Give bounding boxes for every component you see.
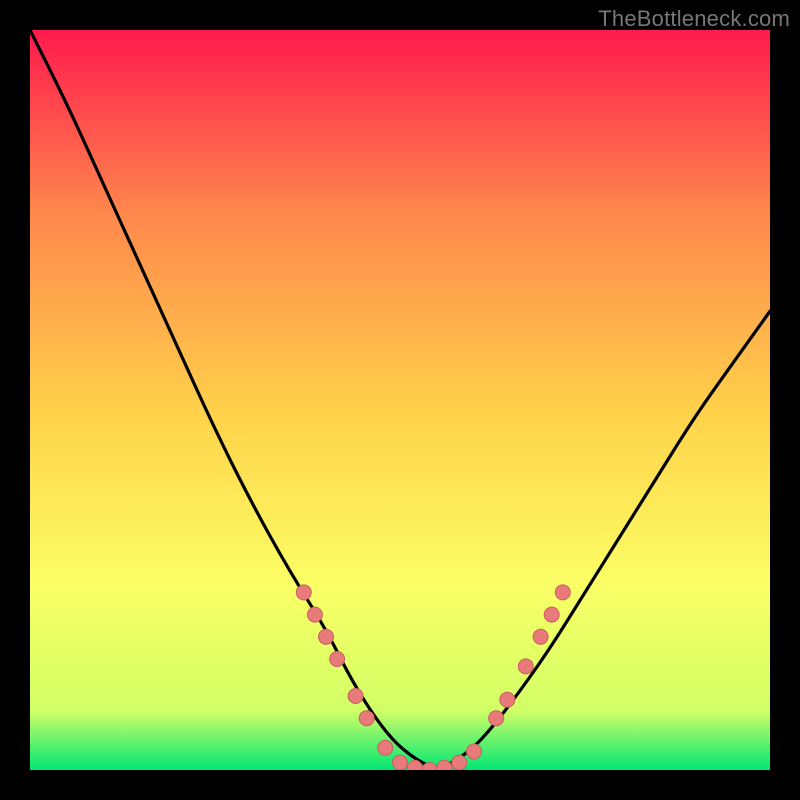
data-marker (518, 659, 533, 674)
bottleneck-chart (30, 30, 770, 770)
data-marker (393, 755, 408, 770)
watermark-text: TheBottleneck.com (598, 6, 790, 32)
data-marker (330, 652, 345, 667)
data-marker (307, 607, 322, 622)
data-marker (544, 607, 559, 622)
plot-background (30, 30, 770, 770)
data-marker (348, 689, 363, 704)
data-marker (452, 755, 467, 770)
data-marker (500, 692, 515, 707)
chart-container: TheBottleneck.com (0, 0, 800, 800)
data-marker (555, 585, 570, 600)
data-marker (378, 740, 393, 755)
data-marker (467, 744, 482, 759)
data-marker (319, 629, 334, 644)
data-marker (533, 629, 548, 644)
data-marker (296, 585, 311, 600)
data-marker (359, 711, 374, 726)
data-marker (489, 711, 504, 726)
